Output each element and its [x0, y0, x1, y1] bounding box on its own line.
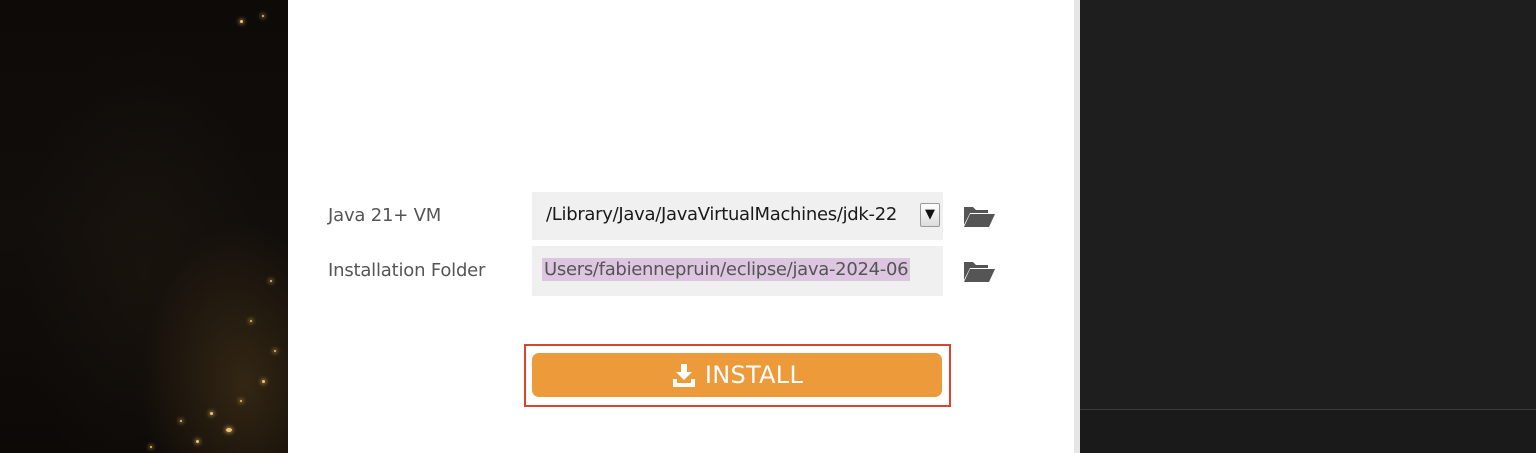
panel-footer	[1080, 410, 1536, 453]
folder-open-icon	[964, 262, 995, 282]
jvm-select-value: /Library/Java/JavaVirtualMachines/jdk-22	[546, 204, 898, 225]
chevron-down-icon[interactable]: ▼	[920, 203, 940, 227]
install-button-label: INSTALL	[704, 361, 804, 389]
jvm-select[interactable]: /Library/Java/JavaVirtualMachines/jdk-22…	[532, 192, 943, 240]
install-button[interactable]: INSTALL	[532, 353, 942, 397]
background-photo	[0, 0, 288, 453]
right-panel	[1080, 0, 1536, 453]
browse-folder-button[interactable]	[962, 258, 996, 284]
screen: Java 21+ VM /Library/Java/JavaVirtualMac…	[0, 0, 1536, 453]
installation-folder-field[interactable]: Users/fabiennepruin/eclipse/java-2024-06	[532, 246, 943, 296]
installer-dialog: Java 21+ VM /Library/Java/JavaVirtualMac…	[288, 0, 1074, 453]
download-icon	[672, 364, 695, 387]
jvm-label: Java 21+ VM	[328, 205, 442, 226]
folder-label: Installation Folder	[328, 260, 486, 281]
folder-open-icon	[964, 207, 995, 227]
installation-folder-value: Users/fabiennepruin/eclipse/java-2024-06	[542, 258, 911, 281]
browse-jvm-button[interactable]	[962, 203, 996, 229]
